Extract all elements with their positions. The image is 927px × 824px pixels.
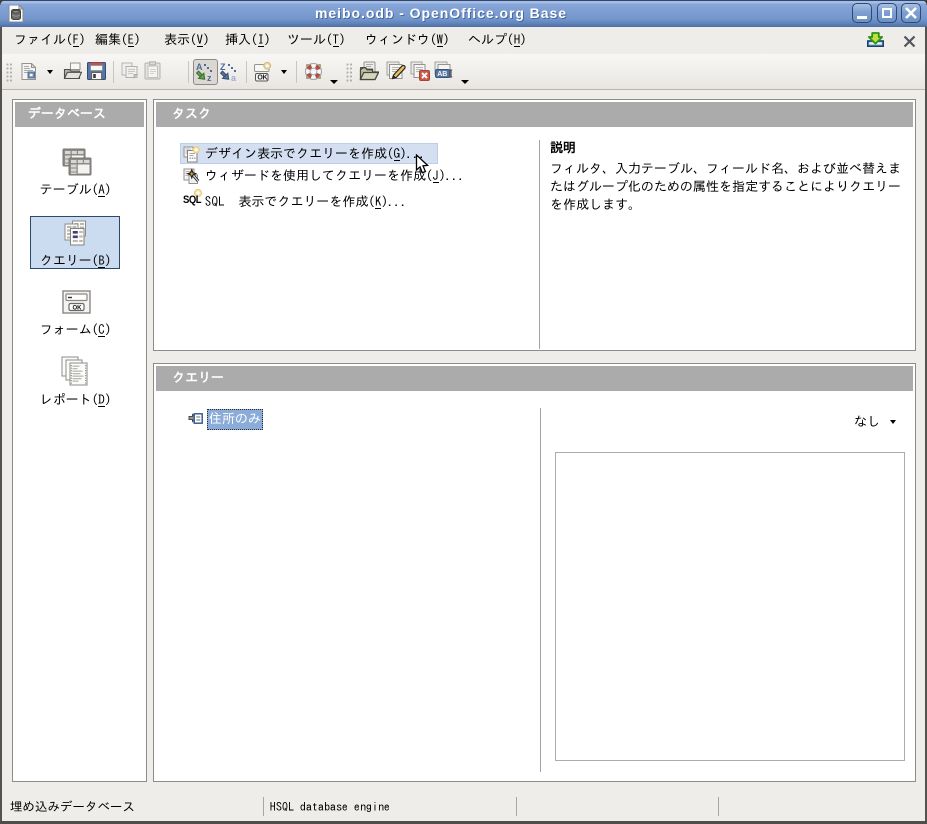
- svg-text:z: z: [207, 73, 212, 82]
- svg-text:AB: AB: [437, 71, 447, 78]
- svg-text:A: A: [196, 62, 203, 72]
- svg-text:Z: Z: [220, 62, 226, 72]
- svg-text:OK: OK: [257, 75, 267, 82]
- svg-text:OK: OK: [73, 306, 83, 312]
- svg-text:a: a: [231, 73, 237, 82]
